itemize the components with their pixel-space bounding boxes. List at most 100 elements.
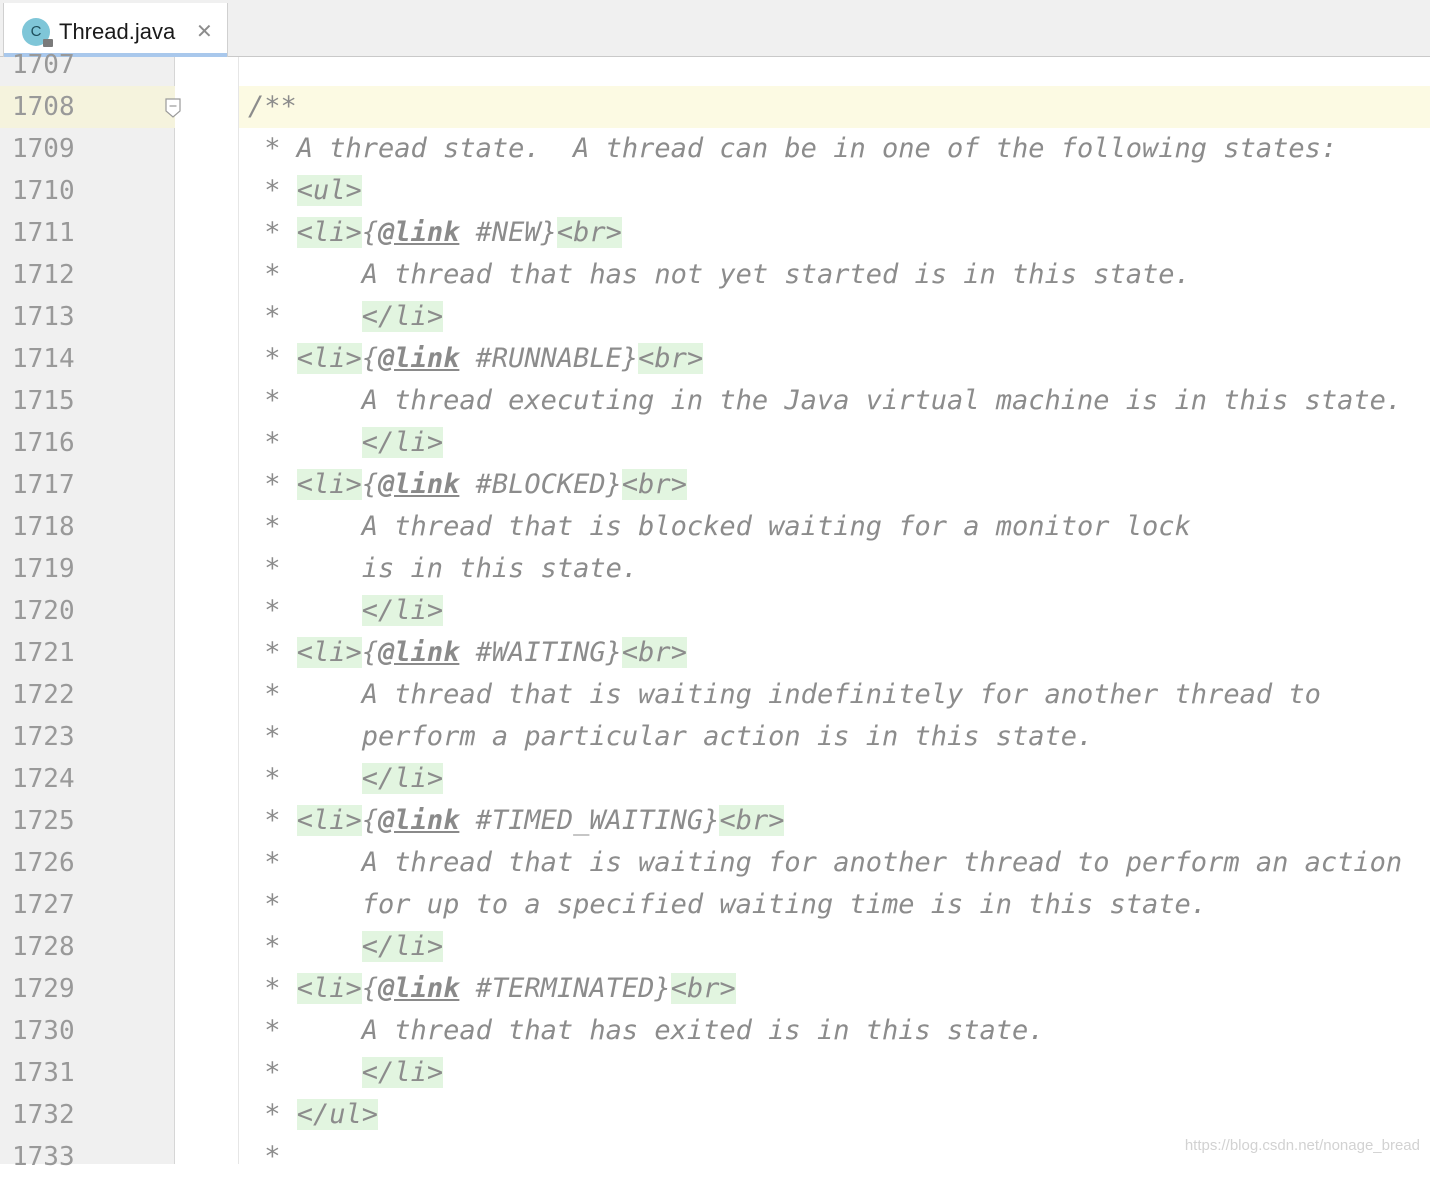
line-number: 1731 — [12, 1058, 75, 1088]
comment-text: * — [248, 595, 362, 626]
comment-text: { — [361, 973, 379, 1004]
line-number: 1717 — [12, 470, 75, 500]
html-tag: <li> — [296, 973, 362, 1004]
javadoc-tag: @link — [378, 973, 460, 1004]
code-line: * A thread that is blocked waiting for a… — [248, 506, 1191, 548]
line-number: 1720 — [12, 596, 75, 626]
tab-title: Thread.java — [59, 19, 176, 44]
line-number: 1722 — [12, 680, 75, 710]
comment-text: * — [248, 427, 362, 458]
comment-text: * — [248, 469, 297, 500]
html-tag: </li> — [361, 1057, 444, 1088]
line-number: 1730 — [12, 1016, 75, 1046]
comment-text: * — [248, 1141, 281, 1172]
javadoc-tag: @link — [378, 217, 460, 248]
line-number: 1710 — [12, 176, 75, 206]
line-number: 1732 — [12, 1100, 75, 1130]
code-line: * <li>{@link #TERMINATED}<br> — [248, 968, 736, 1010]
comment-text: #TERMINATED} — [459, 973, 671, 1004]
code-line: * </li> — [248, 296, 444, 338]
line-number: 1716 — [12, 428, 75, 458]
line-number: 1727 — [12, 890, 75, 920]
code-line: * A thread that is waiting indefinitely … — [248, 674, 1321, 716]
comment-text: * A thread that is waiting for another t… — [248, 847, 1403, 878]
html-tag: <br> — [719, 805, 785, 836]
current-line-highlight — [239, 86, 1430, 128]
code-line: * A thread that has not yet started is i… — [248, 254, 1191, 296]
html-tag: </li> — [361, 931, 444, 962]
html-tag: <li> — [296, 469, 362, 500]
line-number: 1728 — [12, 932, 75, 962]
fold-gutter — [175, 57, 239, 1164]
comment-text: { — [361, 637, 379, 668]
html-tag: <br> — [556, 217, 622, 248]
class-icon-letter: C — [30, 23, 42, 40]
comment-text: * — [248, 763, 362, 794]
javadoc-tag: @link — [378, 469, 460, 500]
comment-text: * A thread that has exited is in this st… — [248, 1015, 1045, 1046]
comment-text: #RUNNABLE} — [459, 343, 639, 374]
close-icon[interactable]: ✕ — [196, 17, 213, 45]
comment-text: * — [248, 301, 362, 332]
html-tag: </li> — [361, 301, 444, 332]
comment-text: * — [248, 1099, 297, 1130]
comment-text: * perform a particular action is in this… — [248, 721, 1094, 752]
comment-text: * is in this state. — [248, 553, 639, 584]
line-number: 1708 — [12, 92, 75, 122]
html-tag: <li> — [296, 637, 362, 668]
comment-text: #WAITING} — [459, 637, 622, 668]
code-line: * <ul> — [248, 170, 362, 212]
code-line: * perform a particular action is in this… — [248, 716, 1093, 758]
html-tag: </li> — [361, 763, 444, 794]
code-line: * for up to a specified waiting time is … — [248, 884, 1207, 926]
javadoc-tag: @link — [378, 637, 460, 668]
line-number: 1707 — [12, 50, 75, 80]
code-line: * </li> — [248, 758, 444, 800]
code-line: * </ul> — [248, 1094, 379, 1136]
javadoc-tag: @link — [378, 805, 460, 836]
comment-text: { — [361, 469, 379, 500]
html-tag: <br> — [638, 343, 704, 374]
comment-text: * A thread executing in the Java virtual… — [248, 385, 1403, 416]
comment-text: * — [248, 1057, 362, 1088]
comment-text: #BLOCKED} — [459, 469, 622, 500]
comment-text: { — [361, 805, 379, 836]
line-number: 1733 — [12, 1142, 75, 1172]
line-number: 1709 — [12, 134, 75, 164]
html-tag: <li> — [296, 805, 362, 836]
fold-collapse-icon[interactable] — [165, 98, 181, 118]
editor-tab-bar: C Thread.java ✕ — [0, 0, 1430, 57]
comment-text: #TIMED_WAITING} — [459, 805, 720, 836]
code-line: * A thread state. A thread can be in one… — [248, 128, 1337, 170]
html-tag: </ul> — [296, 1099, 379, 1130]
comment-text: * A thread that is waiting indefinitely … — [248, 679, 1321, 710]
watermark: https://blog.csdn.net/nonage_bread — [1184, 1137, 1420, 1154]
comment-text: * — [248, 217, 297, 248]
comment-text: * — [248, 175, 297, 206]
line-number: 1712 — [12, 260, 75, 290]
code-line: * </li> — [248, 926, 444, 968]
html-tag: <li> — [296, 343, 362, 374]
html-tag: </li> — [361, 427, 444, 458]
line-number: 1721 — [12, 638, 75, 668]
line-number: 1713 — [12, 302, 75, 332]
html-tag: </li> — [361, 595, 444, 626]
html-tag: <li> — [296, 217, 362, 248]
comment-text: * A thread state. A thread can be in one… — [248, 133, 1338, 164]
comment-text: * A thread that is blocked waiting for a… — [248, 511, 1191, 542]
comment-text: * — [248, 805, 297, 836]
comment-text: * — [248, 931, 362, 962]
code-line: * <li>{@link #WAITING}<br> — [248, 632, 687, 674]
line-number: 1725 — [12, 806, 75, 836]
line-number: 1723 — [12, 722, 75, 752]
javadoc-tag: @link — [378, 343, 460, 374]
code-line: * <li>{@link #RUNNABLE}<br> — [248, 338, 704, 380]
line-number: 1718 — [12, 512, 75, 542]
code-line: * <li>{@link #NEW}<br> — [248, 212, 622, 254]
html-tag: <br> — [621, 637, 687, 668]
line-number: 1724 — [12, 764, 75, 794]
code-line: * A thread executing in the Java virtual… — [248, 380, 1402, 422]
comment-text: * — [248, 343, 297, 374]
comment-text: #NEW} — [459, 217, 557, 248]
comment-text: { — [361, 343, 379, 374]
